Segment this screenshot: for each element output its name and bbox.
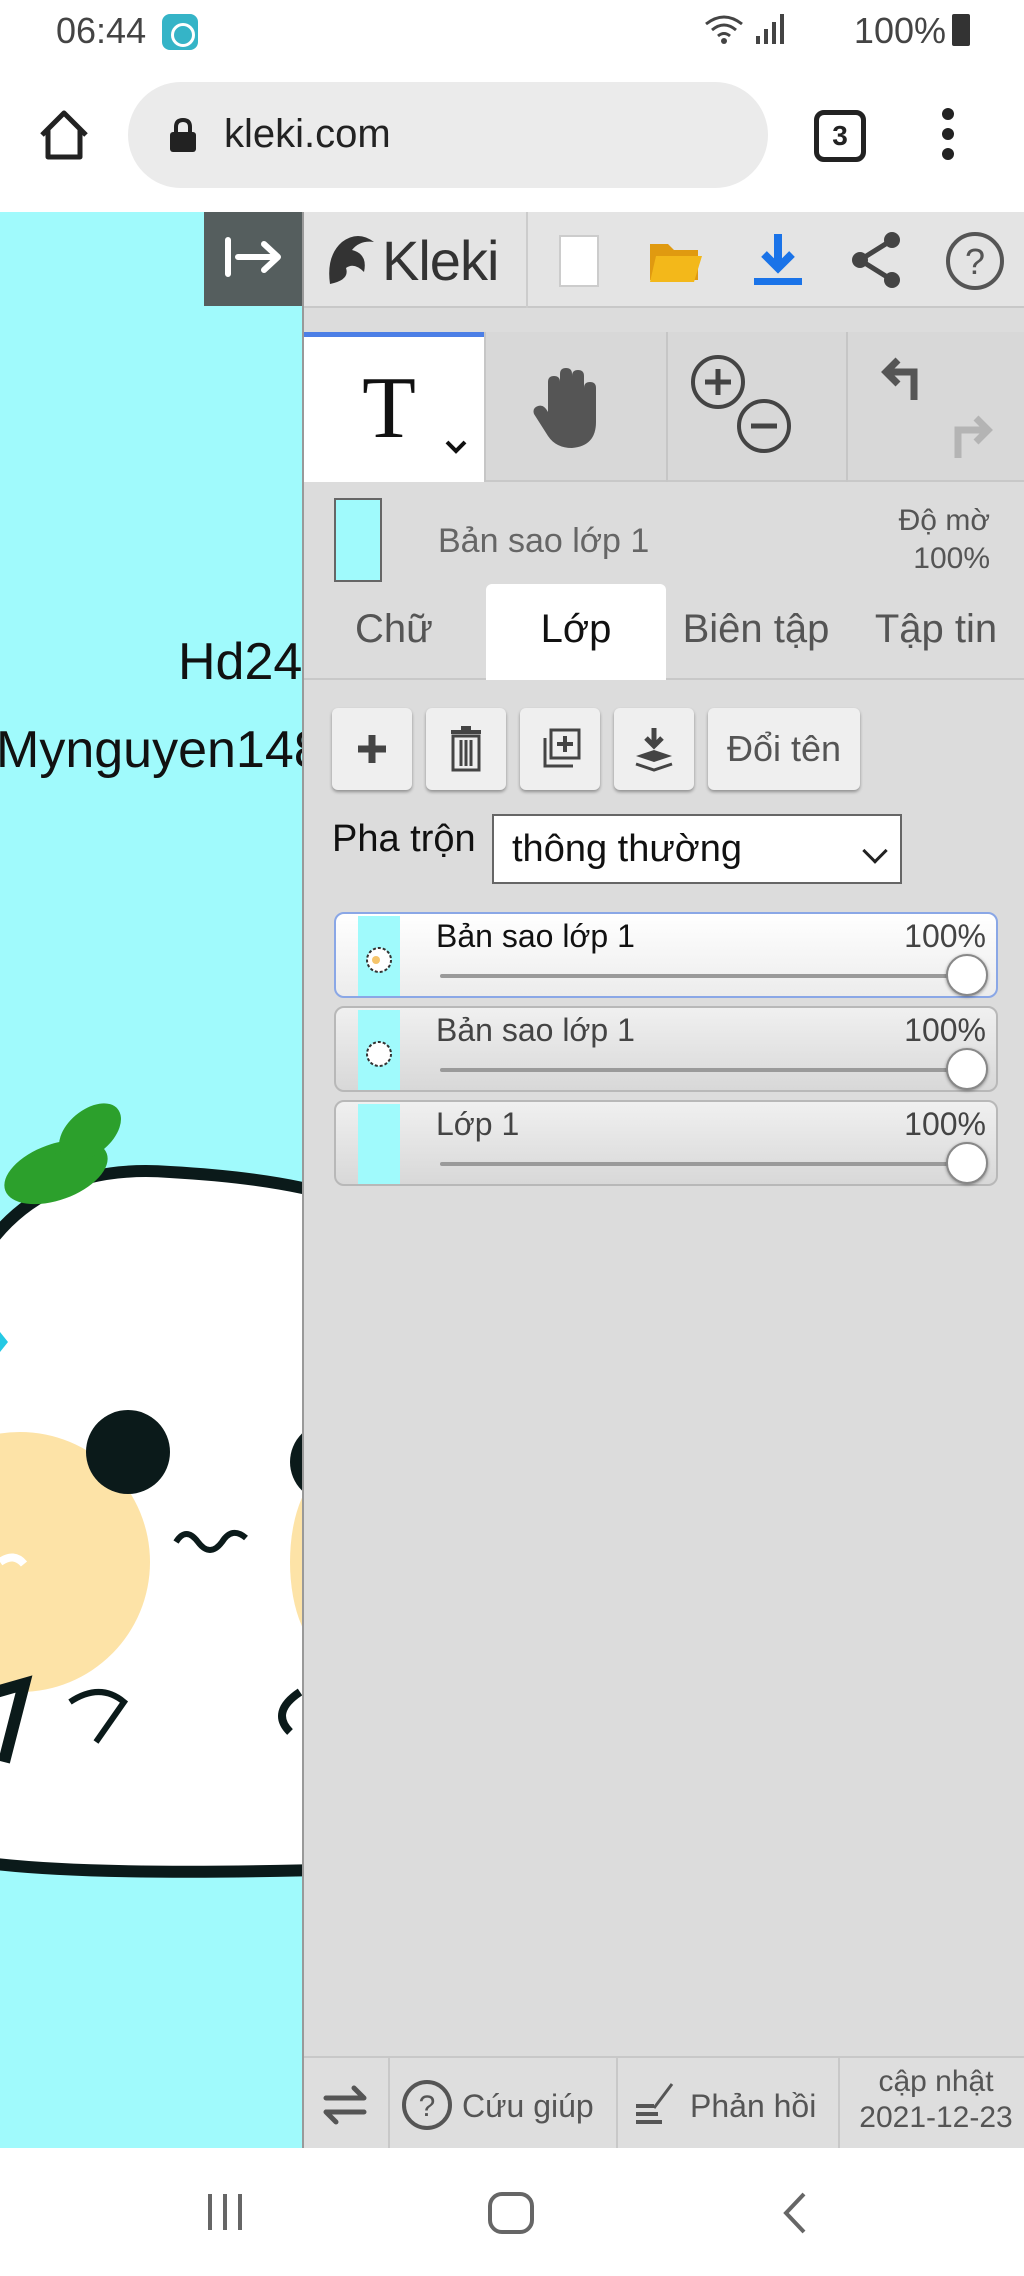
chevron-down-icon [862,838,888,864]
panel-bottom-bar: ? Cứu giúp Phản hồi cập nhật 2021-12-23 [304,2056,1024,2150]
blend-mode-select[interactable]: thông thường [492,814,902,884]
tab-text[interactable]: Chữ [304,584,484,680]
opacity-slider-handle[interactable] [946,1142,988,1184]
delete-layer-button[interactable] [426,708,506,790]
home-icon[interactable] [36,107,92,163]
status-time: 06:44 [56,10,147,51]
redo-icon[interactable] [940,408,1000,468]
battery-icon [952,14,970,46]
plus-icon [358,735,386,763]
svg-text:?: ? [419,2090,436,2123]
blend-mode-label: Pha trộn [332,818,476,860]
browser-menu-icon[interactable] [938,108,958,168]
zoom-out-icon[interactable] [734,396,794,456]
layer-thumbnail [334,498,382,582]
home-nav-icon[interactable] [486,2190,536,2236]
layer-name: Lớp 1 [436,1106,520,1142]
tab-switcher-button[interactable]: 3 [814,110,866,162]
divider [526,212,528,308]
tab-edit[interactable]: Biên tập [666,584,846,680]
app-notification-icon [162,14,198,50]
panel-top-bar: Kleki ? [304,212,1024,308]
drawing-canvas[interactable]: Hd24 Mynguyen148 [0,212,302,2148]
download-icon[interactable] [750,230,806,290]
opacity-slider-track[interactable] [440,1162,970,1166]
opacity-readout: Độ mờ 100% [899,502,990,578]
new-file-icon[interactable] [554,232,604,290]
current-layer-name: Bản sao lớp 1 [438,522,650,560]
current-layer-info: Bản sao lớp 1 Độ mờ 100% [304,482,1024,582]
canvas-text-line2: Mynguyen148 [0,721,302,779]
lock-icon [170,118,196,152]
text-tool-icon: T [362,367,416,447]
duplicate-layer-button[interactable] [520,708,600,790]
battery-percent: 100% [853,10,946,51]
help-icon[interactable]: ? [400,2078,454,2132]
layer-thumbnail [358,916,400,996]
back-nav-icon[interactable] [776,2190,816,2236]
share-icon[interactable] [848,230,904,290]
help-icon[interactable]: ? [944,230,1006,292]
collapse-panel-icon[interactable] [204,212,302,306]
panel-tabs: Chữ Lớp Biên tập Tập tin [304,584,1024,680]
layer-row[interactable]: Bản sao lớp 1 100% [334,1006,998,1092]
tab-layers[interactable]: Lớp [486,584,666,680]
svg-text:?: ? [965,241,985,282]
signal-icon [756,14,784,44]
opacity-slider-handle[interactable] [946,1048,988,1090]
add-layer-button[interactable] [332,708,412,790]
swap-side-icon[interactable] [320,2080,370,2130]
merge-down-icon [635,728,673,772]
layer-opacity: 100% [904,1012,986,1048]
layer-row[interactable]: Lớp 1 100% [334,1100,998,1186]
canvas-drawing [0,1103,302,1878]
tool-row: T [304,332,1024,482]
feedback-link[interactable]: Phản hồi [690,2088,816,2125]
rename-layer-button[interactable]: Đổi tên [708,708,860,790]
feedback-icon[interactable] [632,2080,678,2130]
side-panel: Kleki ? T Bản sao lớp 1 Độ mờ 100% Chữ L… [302,212,1024,2150]
undo-icon[interactable] [874,350,934,410]
kleki-logo-icon [329,236,374,284]
layer-row[interactable]: Bản sao lớp 1 100% [334,912,998,998]
text-tool-button[interactable]: T [304,332,484,482]
kleki-logo: Kleki [382,229,499,292]
layer-name: Bản sao lớp 1 [436,918,635,954]
canvas-text-line1: Hd24 [178,633,302,691]
layer-opacity: 100% [904,918,986,954]
address-bar[interactable]: kleki.com [128,82,768,188]
open-folder-icon[interactable] [648,236,704,286]
opacity-slider-handle[interactable] [946,954,988,996]
update-date: 2021-12-23 [859,2101,1013,2134]
opacity-slider-track[interactable] [440,974,970,978]
url-text: kleki.com [224,112,391,156]
duplicate-icon [543,728,581,768]
hand-tool-icon[interactable] [528,362,612,452]
update-label: cập nhật [878,2065,994,2098]
help-link[interactable]: Cứu giúp [462,2088,594,2125]
chevron-down-icon[interactable] [444,439,468,455]
layer-opacity: 100% [904,1106,986,1142]
merge-down-button[interactable] [614,708,694,790]
browser-toolbar: kleki.com 3 [0,62,1024,212]
wifi-icon [705,15,743,44]
version-info: cập nhật 2021-12-23 [852,2064,1020,2136]
svg-text:T: T [362,367,416,447]
opacity-value: 100% [913,542,990,575]
opacity-slider-track[interactable] [440,1068,970,1072]
layer-thumbnail [358,1104,400,1184]
tab-file[interactable]: Tập tin [846,584,1024,680]
layer-name: Bản sao lớp 1 [436,1012,635,1048]
status-bar: 06:44 100% [0,0,1024,62]
recent-apps-icon[interactable] [200,2192,250,2232]
trash-icon [451,726,481,772]
opacity-label: Độ mờ [898,504,990,537]
blend-mode-value: thông thường [512,828,742,870]
system-nav-bar [0,2148,1024,2276]
layer-thumbnail [358,1010,400,1090]
